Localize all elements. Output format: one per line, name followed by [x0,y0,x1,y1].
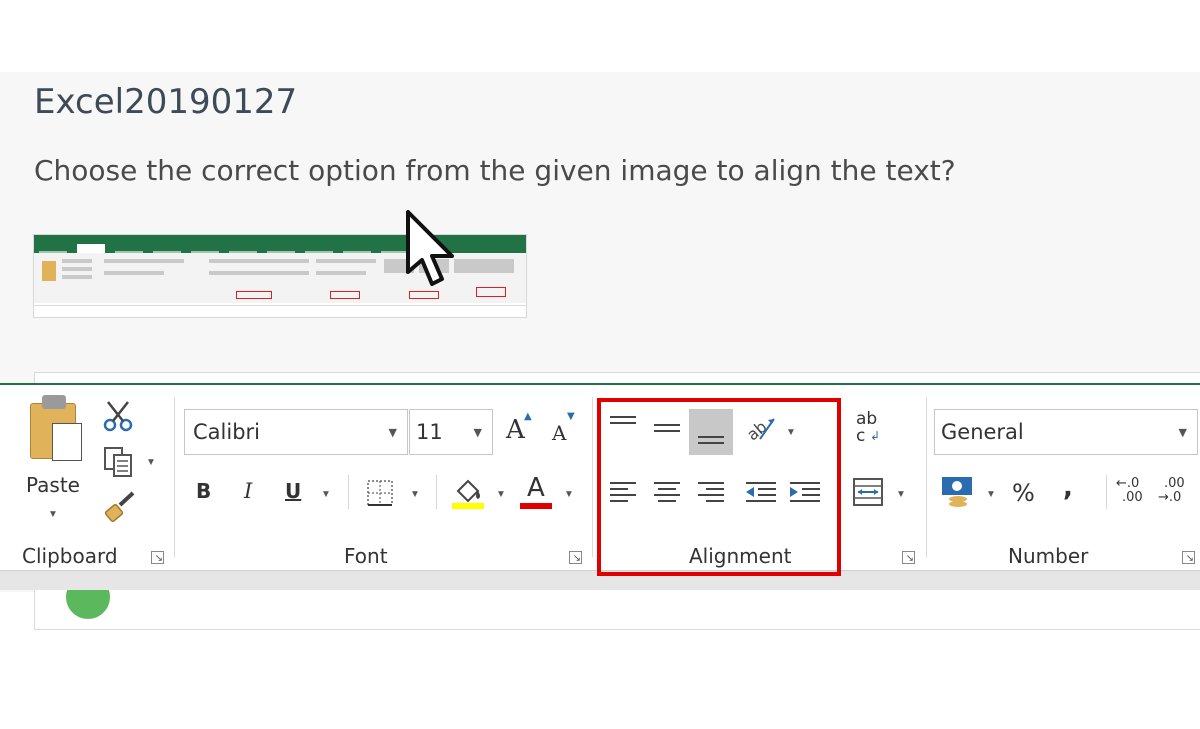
alignment-launcher-icon[interactable] [902,551,915,564]
grow-font-button[interactable]: A ▲ [506,411,532,445]
mouse-cursor-icon [406,210,454,286]
percent-style-button[interactable]: % [1012,479,1035,507]
font-size-value: 11 [416,420,443,444]
accounting-dropdown-icon[interactable]: ▼ [986,489,996,500]
fill-color-icon[interactable] [452,475,486,511]
shrink-font-button[interactable]: A ▼ [552,411,575,445]
font-name-value: Calibri [193,420,260,444]
font-color-button[interactable]: A [520,473,554,509]
clipboard-group-label: Clipboard [22,544,118,568]
merge-center-icon[interactable] [852,477,884,507]
increase-decimal-button[interactable]: ←.0 .00 [1116,477,1143,505]
italic-button[interactable]: I [244,479,252,503]
alignment-highlight-box [597,398,841,576]
quiz-title: Excel20190127 [34,82,298,122]
number-format-value: General [941,420,1024,444]
wrap-text-button[interactable]: ab c ↲ [856,411,886,451]
number-launcher-icon[interactable] [1182,551,1195,564]
borders-dropdown-icon[interactable]: ▼ [410,489,420,500]
copy-icon[interactable] [102,445,136,479]
paste-label: Paste [26,473,80,497]
borders-icon[interactable] [366,479,394,507]
font-name-combo[interactable]: Calibri ▼ [184,409,408,455]
clipboard-launcher-icon[interactable] [151,551,164,564]
underline-dropdown-icon[interactable]: ▼ [321,489,331,500]
merge-center-dropdown-icon[interactable]: ▼ [896,489,906,500]
number-format-dropdown-icon: ▼ [1178,426,1187,439]
fill-color-dropdown-icon[interactable]: ▼ [496,489,506,500]
cut-icon[interactable] [102,399,136,433]
font-name-dropdown-icon: ▼ [388,426,397,439]
comma-style-button[interactable]: , [1063,473,1073,503]
bold-button[interactable]: B [196,479,211,503]
font-launcher-icon[interactable] [569,551,582,564]
number-format-combo[interactable]: General ▼ [934,409,1198,455]
copy-dropdown-icon[interactable]: ▼ [146,457,156,468]
font-group-label: Font [344,544,388,568]
decrease-decimal-button[interactable]: .00 →.0 [1158,477,1185,505]
font-color-dropdown-icon[interactable]: ▼ [564,489,574,500]
font-size-combo[interactable]: 11 ▼ [409,409,493,455]
accounting-format-icon[interactable] [940,475,976,509]
number-group-label: Number [1008,544,1089,568]
quiz-question: Choose the correct option from the given… [34,154,956,187]
underline-button[interactable]: U [285,479,301,503]
paste-dropdown-icon: ▼ [48,509,58,520]
format-painter-icon[interactable] [104,489,138,523]
thumbnail-formula-bar [34,305,526,317]
font-size-dropdown-icon: ▼ [473,426,482,439]
